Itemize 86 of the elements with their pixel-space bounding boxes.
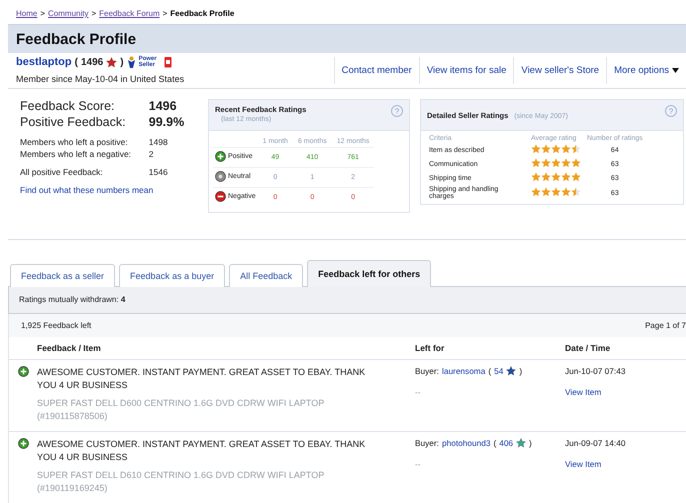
breadcrumb-separator: > — [91, 9, 96, 18]
star-icon — [541, 158, 551, 168]
star-icon — [531, 158, 541, 168]
star-icon — [551, 172, 561, 182]
page-title: Feedback Profile — [16, 31, 138, 48]
user-score-link[interactable]: 54 — [494, 366, 504, 376]
member-name-link[interactable]: bestlaptop — [16, 56, 72, 68]
breadcrumb-link[interactable]: Feedback Forum — [99, 9, 160, 18]
count-label: Members who left a positive: — [20, 137, 129, 147]
feedback-tab[interactable]: Feedback as a seller — [10, 264, 116, 287]
positive-label: Positive Feedback: — [20, 115, 127, 129]
date-time: Jun-09-07 14:40 — [565, 438, 626, 448]
star-icon — [561, 187, 571, 197]
star-icon — [531, 172, 541, 182]
view-item-link[interactable]: View Item — [565, 387, 686, 397]
closing-paren: ) — [120, 56, 124, 68]
count-value: 2 — [148, 149, 155, 159]
column-header: Feedback / Item — [37, 337, 415, 360]
numbers-help-link[interactable]: Find out what these numbers mean — [20, 185, 198, 195]
negative-icon — [215, 191, 226, 202]
action-link[interactable]: Contact member — [334, 56, 419, 84]
power-seller-icon — [126, 56, 136, 68]
user-link[interactable]: photohound3 — [442, 438, 490, 448]
column-header: Left for — [415, 337, 565, 360]
user-score-link[interactable]: 406 — [499, 438, 514, 448]
action-link[interactable]: View seller's Store — [513, 56, 606, 84]
score-label: Feedback Score: — [20, 99, 116, 113]
star-icon — [571, 158, 581, 168]
feedback-count: 1,925 Feedback left — [21, 321, 92, 330]
star-icon — [561, 144, 571, 154]
positive-icon — [215, 151, 226, 162]
withdrawn-label: Ratings mutually withdrawn: — [19, 295, 120, 304]
star-icon — [541, 144, 551, 154]
paren: ( — [493, 438, 496, 448]
positive-icon — [18, 438, 28, 449]
score-value: 1496 — [148, 99, 178, 113]
price: -- — [415, 387, 422, 397]
date-time: Jun-10-07 07:43 — [565, 366, 626, 376]
breadcrumb-link[interactable]: Community — [48, 9, 88, 18]
all-positive-value: 1546 — [148, 167, 169, 177]
breadcrumb-link[interactable]: Home — [16, 9, 38, 18]
opening-paren: ( — [74, 56, 78, 68]
star-icon — [571, 172, 581, 182]
role-label: Buyer: — [415, 438, 439, 448]
feedback-tab[interactable]: All Feedback — [229, 264, 304, 287]
item-title: SUPER FAST DELL D600 CENTRINO 1.6G DVD CDRW WIFI LAPTOP (#190115878506) — [37, 397, 326, 423]
star-icon — [561, 172, 571, 182]
column-header: Date / Time — [565, 337, 686, 360]
breadcrumb-separator: > — [40, 9, 46, 18]
store-icon — [164, 56, 172, 68]
action-link[interactable]: More options — [606, 56, 686, 84]
star-icon — [551, 187, 561, 197]
feedback-tab[interactable]: Feedback left for others — [307, 260, 432, 287]
breadcrumb-current[interactable]: Feedback Profile — [170, 9, 234, 18]
star-icon — [571, 144, 581, 154]
star-icon — [551, 158, 561, 168]
user-link[interactable]: laurensoma — [442, 366, 486, 376]
page-indicator: Page 1 of 7 — [645, 321, 686, 330]
neutral-icon — [215, 171, 226, 182]
all-positive-label: All positive Feedback: — [20, 167, 104, 177]
paren: ) — [519, 366, 522, 376]
price: -- — [415, 459, 422, 469]
action-link[interactable]: View items for sale — [418, 56, 514, 84]
breadcrumb-separator: > — [162, 9, 168, 18]
positive-icon — [18, 366, 28, 377]
positive-value: 99.9% — [148, 115, 186, 129]
paren: ( — [488, 366, 492, 376]
star-icon — [561, 158, 571, 168]
star-icon — [541, 172, 551, 182]
count-label: Members who left a negative: — [20, 149, 132, 159]
withdrawn-value: 4 — [120, 295, 126, 304]
paren: ) — [529, 438, 532, 448]
member-since: Member since May-10-04 in United States — [16, 74, 184, 84]
star-icon — [551, 144, 561, 154]
star-icon — [531, 144, 541, 154]
count-value: 1498 — [148, 137, 169, 147]
feedback-comment: AWESOME CUSTOMER. INSTANT PAYMENT. GREAT ASSET TO EBAY. THANK YOU 4 UR BUSINESS — [37, 438, 366, 464]
star-icon — [571, 187, 581, 197]
role-label: Buyer: — [415, 366, 439, 376]
item-title: SUPER FAST DELL D610 CENTRINO 1.6G DVD CDRW WIFI LAPTOP (#190119169245) — [37, 469, 326, 495]
star-icon — [531, 187, 541, 197]
feedback-comment: AWESOME CUSTOMER. INSTANT PAYMENT. GREAT ASSET TO EBAY. THANK YOU 4 UR BUSINESS — [37, 366, 366, 392]
view-item-link[interactable]: View Item — [565, 459, 686, 469]
feedback-score: 1496 — [80, 56, 104, 68]
star-icon — [541, 187, 551, 197]
feedback-tab[interactable]: Feedback as a buyer — [119, 264, 226, 287]
